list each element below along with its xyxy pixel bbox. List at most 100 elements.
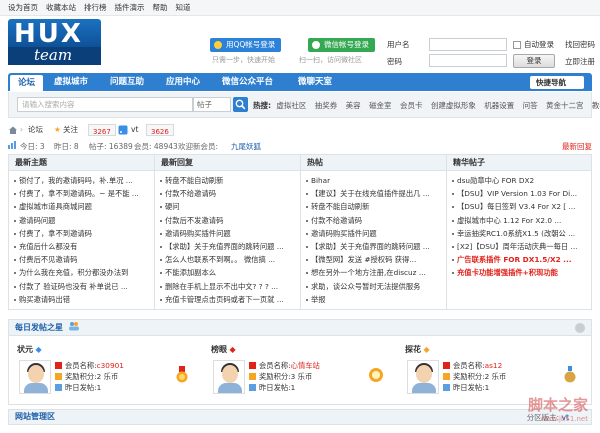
list-item[interactable]: 虚拟城市中心 1.12 For X2.0 ... bbox=[451, 214, 591, 227]
follow-button[interactable]: 关注 bbox=[63, 123, 78, 137]
list-item[interactable]: 举报 bbox=[305, 293, 446, 306]
list-item[interactable]: 虚拟城市道具商城问题 bbox=[13, 200, 154, 213]
latest-reply-link[interactable]: 最新回复 bbox=[562, 141, 592, 152]
list-item[interactable]: 充值卡管理点击页码或者下一页就 ... bbox=[159, 293, 300, 306]
avatar[interactable] bbox=[213, 360, 245, 394]
password-input[interactable] bbox=[429, 54, 507, 67]
hot-term[interactable]: 抽奖券 bbox=[315, 101, 338, 110]
search-input[interactable]: 请输入搜索内容 bbox=[17, 97, 193, 112]
nav-tab-wechat[interactable]: 微信公众平台 bbox=[222, 73, 273, 91]
coin-icon bbox=[55, 373, 62, 380]
list-item[interactable]: 邀请码问题 bbox=[13, 214, 154, 227]
list-item[interactable]: 邀请码购买插件问题 bbox=[305, 227, 446, 240]
login-button[interactable]: 登录 bbox=[513, 54, 555, 68]
list-item[interactable]: 幸运抽奖RC1.0系统X1.5 (改朝公 ... bbox=[451, 227, 591, 240]
member-name-link[interactable]: 心情车站 bbox=[291, 361, 320, 370]
column-title: 最新回复 bbox=[155, 155, 300, 171]
feed-icon[interactable] bbox=[118, 123, 128, 140]
hot-term[interactable]: 磁金室 bbox=[369, 101, 392, 110]
search-type-select[interactable]: 帖子 bbox=[193, 97, 231, 112]
stars-header: 每日发帖之星 bbox=[9, 320, 591, 336]
list-item[interactable]: 【DSU】每日签到 V3.4 For X2 [ ... bbox=[451, 200, 591, 213]
nav-tab-chatroom[interactable]: 微聊天室 bbox=[298, 73, 332, 91]
list-item[interactable]: 付费了，拿不到邀请码 bbox=[13, 227, 154, 240]
post-icon bbox=[249, 384, 256, 391]
list-item[interactable]: 【求助】关于充值界面的跳转问题 ... bbox=[159, 240, 300, 253]
list-item[interactable]: 付款不给邀请码 bbox=[305, 214, 446, 227]
yesterday-posts: 昨日发帖:1 bbox=[65, 383, 102, 392]
hot-term[interactable]: 美容 bbox=[346, 101, 361, 110]
list-item[interactable]: 硬问 bbox=[159, 200, 300, 213]
list-item[interactable]: [X2]【DSU】周年活动庆典一每日 ... bbox=[451, 240, 591, 253]
help-link[interactable]: 帮助 bbox=[153, 2, 168, 13]
nav-tab-forum[interactable]: 论坛 bbox=[10, 75, 44, 91]
list-item[interactable]: 想在另外一个地方注册,在discuz ... bbox=[305, 266, 446, 279]
column-title: 精华帖子 bbox=[447, 155, 591, 171]
list-item[interactable]: 【微型网】发送 #授权码 获得... bbox=[305, 253, 446, 266]
list-item[interactable]: 【建议】关于在线充值插件提出几 ... bbox=[305, 187, 446, 200]
register-link[interactable]: 立即注册 bbox=[565, 56, 595, 67]
site-management-section[interactable]: 网站管理区 分区版主: vt bbox=[8, 409, 592, 425]
list-item[interactable]: 删除在手机上显示不出中文? ? ? ... bbox=[159, 280, 300, 293]
wechat-login-button[interactable]: 微信帐号登录 bbox=[308, 38, 375, 52]
list-item[interactable]: 【DSU】VIP Version 1.03 For Di... bbox=[451, 187, 591, 200]
list-item[interactable]: 怎么人也联系不到啊。。 微信搞 ... bbox=[159, 253, 300, 266]
username-input[interactable] bbox=[429, 38, 507, 51]
list-item[interactable]: 不能添加副本么 bbox=[159, 266, 300, 279]
list-item[interactable]: 充值后什么都没有 bbox=[13, 240, 154, 253]
list-item[interactable]: 转盘不能自动刷新 bbox=[159, 174, 300, 187]
nav-tab-apps[interactable]: 应用中心 bbox=[166, 73, 200, 91]
list-item-highlight[interactable]: 充值卡功能增强插件+积现功能 bbox=[451, 266, 591, 279]
quick-nav-dropdown[interactable]: 快捷导航 bbox=[530, 76, 584, 89]
avatar[interactable] bbox=[407, 360, 439, 394]
list-item[interactable]: 购买邀请码出错 bbox=[13, 293, 154, 306]
hot-term[interactable]: 会员卡 bbox=[400, 101, 423, 110]
list-item[interactable]: 为什么我在充值，积分都没办法到 bbox=[13, 266, 154, 279]
knowledge-link[interactable]: 知道 bbox=[176, 2, 191, 13]
list-item[interactable]: 转盘不能自动刷新 bbox=[305, 200, 446, 213]
hot-term[interactable]: 问答 bbox=[523, 101, 538, 110]
list-item[interactable]: 付费了，拿不到邀请码。~ 是不能 ... bbox=[13, 187, 154, 200]
new-member-link[interactable]: 九尾妖狐 bbox=[231, 141, 261, 152]
nav-tab-qa[interactable]: 问题互助 bbox=[110, 73, 144, 91]
list-item[interactable]: dsu勋章中心 FOR DX2 bbox=[451, 174, 591, 187]
list-item[interactable]: 锁付了，我的邀请码吗，补.单况 ... bbox=[13, 174, 154, 187]
hot-term[interactable]: 黄金十二宫 bbox=[546, 101, 584, 110]
find-password-link[interactable]: 找回密码 bbox=[565, 39, 595, 50]
hot-term[interactable]: 机器设置 bbox=[484, 101, 514, 110]
auto-login-checkbox[interactable] bbox=[513, 41, 521, 49]
list-item[interactable]: 付款后不发邀请码 bbox=[159, 214, 300, 227]
member-name-link[interactable]: c30901 bbox=[97, 361, 124, 370]
site-logo[interactable]: HUX team bbox=[8, 19, 101, 65]
search-button[interactable] bbox=[233, 97, 248, 112]
list-item-highlight[interactable]: 广告联系插件 FOR DX1.5/X2 ... bbox=[451, 253, 591, 266]
vt-link[interactable]: vt bbox=[131, 123, 138, 137]
hot-term[interactable]: 教程 bbox=[592, 101, 600, 110]
column-new-replies: 最新回复 转盘不能自动刷新 付款不给邀请码 硬问 付款后不发邀请码 邀请码购买插… bbox=[155, 155, 301, 309]
nav-tab-virtual-city[interactable]: 虚拟城市 bbox=[54, 73, 88, 91]
hot-term[interactable]: 虚拟社区 bbox=[276, 101, 306, 110]
bookmark-link[interactable]: 收藏本站 bbox=[46, 2, 76, 13]
hot-term[interactable]: 创建虚拟形象 bbox=[431, 101, 476, 110]
welcome-label: 欢迎新会员: bbox=[178, 142, 219, 151]
plugin-demo-link[interactable]: 插件演示 bbox=[115, 2, 145, 13]
breadcrumb-forum[interactable]: 论坛 bbox=[28, 123, 43, 137]
password-label: 密码 bbox=[387, 57, 402, 66]
list-item[interactable]: Bihar bbox=[305, 174, 446, 187]
list-item[interactable]: 邀请码购买插件问题 bbox=[159, 227, 300, 240]
list-item[interactable]: 付款了 验证码也没有 补单说已 ... bbox=[13, 280, 154, 293]
ranking-link[interactable]: 排行榜 bbox=[84, 2, 107, 13]
home-icon[interactable] bbox=[8, 123, 18, 140]
list-item[interactable]: 付款不给邀请码 bbox=[159, 187, 300, 200]
qq-login-button[interactable]: 用QQ帐号登录 bbox=[210, 38, 282, 52]
set-homepage-link[interactable]: 设为首页 bbox=[8, 2, 38, 13]
avatar[interactable] bbox=[19, 360, 51, 394]
list-item[interactable]: 【求助】关于充值界面的跳转问题 ... bbox=[305, 240, 446, 253]
wechat-login-label: 微信帐号登录 bbox=[324, 40, 369, 49]
member-name-link[interactable]: as12 bbox=[485, 361, 503, 370]
collapse-icon[interactable] bbox=[575, 323, 585, 333]
list-item[interactable]: 付费后不见邀请码 bbox=[13, 253, 154, 266]
diamond-icon: ◆ bbox=[229, 345, 236, 354]
breadcrumb-separator: › bbox=[20, 125, 23, 134]
list-item[interactable]: 求助，谈公众号暂时无法提供服务 bbox=[305, 280, 446, 293]
